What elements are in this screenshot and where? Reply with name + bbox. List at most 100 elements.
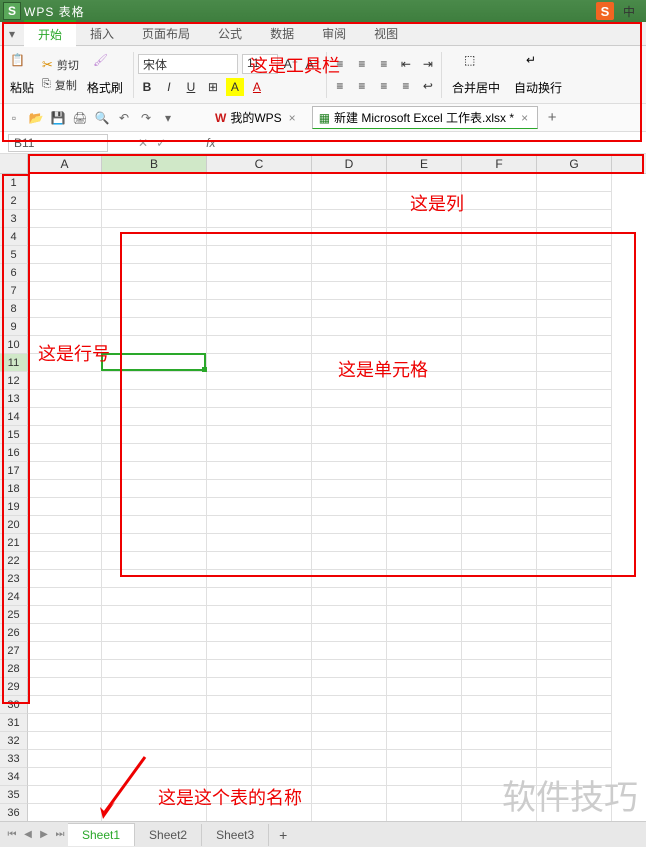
row-header[interactable]: 22 bbox=[0, 552, 28, 570]
row-header[interactable]: 10 bbox=[0, 336, 28, 354]
cell[interactable] bbox=[312, 246, 387, 264]
cell[interactable] bbox=[537, 444, 612, 462]
cell[interactable] bbox=[387, 300, 462, 318]
cell[interactable] bbox=[537, 750, 612, 768]
cell[interactable] bbox=[102, 714, 207, 732]
col-header-g[interactable]: G bbox=[537, 154, 612, 173]
sheet-nav-first-icon[interactable]: ⏮ bbox=[4, 827, 20, 843]
align-top-icon[interactable]: ≡ bbox=[331, 55, 349, 73]
cancel-icon[interactable]: ✕ bbox=[138, 136, 148, 150]
cell[interactable] bbox=[462, 210, 537, 228]
cell[interactable] bbox=[387, 426, 462, 444]
cell[interactable] bbox=[102, 570, 207, 588]
underline-button[interactable]: U bbox=[182, 78, 200, 96]
col-header-c[interactable]: C bbox=[207, 154, 312, 173]
cell[interactable] bbox=[28, 390, 102, 408]
cell[interactable] bbox=[28, 696, 102, 714]
row-header[interactable]: 14 bbox=[0, 408, 28, 426]
cell[interactable] bbox=[537, 606, 612, 624]
cell[interactable] bbox=[207, 624, 312, 642]
cell[interactable] bbox=[312, 336, 387, 354]
cell[interactable] bbox=[28, 804, 102, 822]
row-header[interactable]: 31 bbox=[0, 714, 28, 732]
cell[interactable] bbox=[28, 300, 102, 318]
cell[interactable] bbox=[387, 552, 462, 570]
cell[interactable] bbox=[462, 282, 537, 300]
cell[interactable] bbox=[207, 516, 312, 534]
row-header[interactable]: 36 bbox=[0, 804, 28, 822]
cell[interactable] bbox=[387, 264, 462, 282]
tab-review[interactable]: 审阅 bbox=[308, 21, 360, 46]
cell[interactable] bbox=[462, 246, 537, 264]
add-sheet-button[interactable]: + bbox=[269, 823, 297, 847]
cell[interactable] bbox=[102, 264, 207, 282]
format-painter-button[interactable]: 🖌 格式刷 bbox=[81, 53, 129, 96]
row-header[interactable]: 26 bbox=[0, 624, 28, 642]
cell[interactable] bbox=[312, 534, 387, 552]
col-header-b[interactable]: B bbox=[102, 154, 207, 173]
cell[interactable] bbox=[207, 228, 312, 246]
cell[interactable] bbox=[207, 534, 312, 552]
add-doc-tab-icon[interactable]: + bbox=[544, 110, 560, 126]
ime-icon[interactable]: 中 bbox=[620, 2, 638, 20]
row-header[interactable]: 16 bbox=[0, 444, 28, 462]
cell[interactable] bbox=[462, 480, 537, 498]
cell[interactable] bbox=[387, 462, 462, 480]
indent-dec-icon[interactable]: ⇤ bbox=[397, 55, 415, 73]
cell[interactable] bbox=[207, 642, 312, 660]
cell[interactable] bbox=[207, 480, 312, 498]
row-header[interactable]: 18 bbox=[0, 480, 28, 498]
cell[interactable] bbox=[312, 714, 387, 732]
cell[interactable] bbox=[28, 174, 102, 192]
cell[interactable] bbox=[387, 642, 462, 660]
cell[interactable] bbox=[462, 588, 537, 606]
row-header[interactable]: 29 bbox=[0, 678, 28, 696]
cell[interactable] bbox=[387, 354, 462, 372]
cell[interactable] bbox=[102, 768, 207, 786]
cell[interactable] bbox=[102, 462, 207, 480]
cell[interactable] bbox=[102, 390, 207, 408]
cell[interactable] bbox=[462, 606, 537, 624]
cell[interactable] bbox=[312, 804, 387, 822]
selected-cell[interactable] bbox=[101, 353, 206, 371]
cell[interactable] bbox=[207, 246, 312, 264]
cell[interactable] bbox=[207, 390, 312, 408]
cell[interactable] bbox=[387, 804, 462, 822]
cell[interactable] bbox=[312, 372, 387, 390]
cell[interactable] bbox=[387, 372, 462, 390]
select-all-corner[interactable] bbox=[0, 154, 28, 173]
align-justify-icon[interactable]: ≡ bbox=[397, 77, 415, 95]
cell[interactable] bbox=[387, 192, 462, 210]
cell[interactable] bbox=[207, 732, 312, 750]
cell[interactable] bbox=[462, 354, 537, 372]
cell[interactable] bbox=[207, 426, 312, 444]
close-tab-icon[interactable]: × bbox=[286, 111, 299, 125]
align-bot-icon[interactable]: ≡ bbox=[375, 55, 393, 73]
cell[interactable] bbox=[312, 678, 387, 696]
cell[interactable] bbox=[312, 768, 387, 786]
cell[interactable] bbox=[207, 714, 312, 732]
cell[interactable] bbox=[537, 768, 612, 786]
cell[interactable] bbox=[207, 804, 312, 822]
cell[interactable] bbox=[387, 750, 462, 768]
align-left-icon[interactable]: ≡ bbox=[331, 77, 349, 95]
sheet-tab-3[interactable]: Sheet3 bbox=[202, 824, 269, 846]
sheet-nav-last-icon[interactable]: ⏭ bbox=[52, 827, 68, 843]
cell[interactable] bbox=[102, 804, 207, 822]
cell[interactable] bbox=[537, 210, 612, 228]
cell[interactable] bbox=[462, 768, 537, 786]
cell[interactable] bbox=[312, 210, 387, 228]
print-icon[interactable]: 🖨 bbox=[72, 110, 88, 126]
cell[interactable] bbox=[207, 768, 312, 786]
border-button[interactable]: ⊞ bbox=[204, 78, 222, 96]
row-header[interactable]: 11 bbox=[0, 354, 28, 372]
cell[interactable] bbox=[312, 354, 387, 372]
cell[interactable] bbox=[28, 552, 102, 570]
cell[interactable] bbox=[462, 534, 537, 552]
cell[interactable] bbox=[387, 408, 462, 426]
cell[interactable] bbox=[537, 660, 612, 678]
tab-data[interactable]: 数据 bbox=[256, 21, 308, 46]
cell[interactable] bbox=[207, 264, 312, 282]
cell[interactable] bbox=[387, 606, 462, 624]
wrap-text-button[interactable]: ↵ 自动换行 bbox=[508, 53, 568, 96]
